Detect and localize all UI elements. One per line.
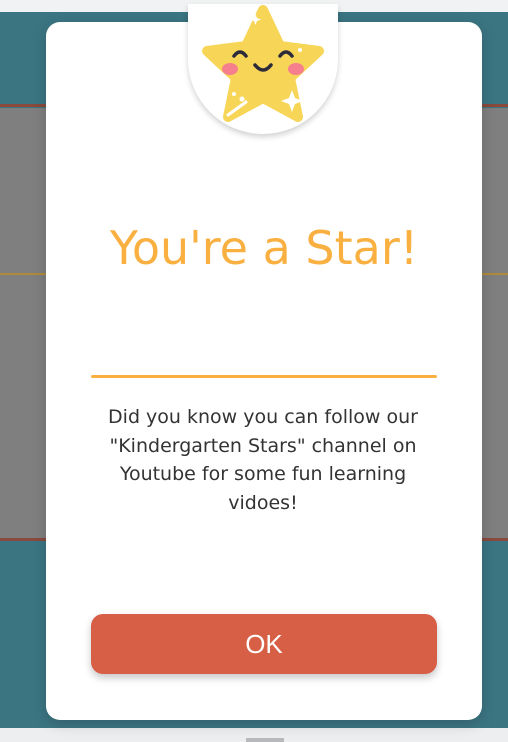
ok-button[interactable]: OK <box>91 614 437 674</box>
scroll-handle[interactable] <box>246 738 284 742</box>
title-divider <box>91 375 437 378</box>
modal-message: Did you know you can follow our "Kinderg… <box>108 406 418 514</box>
modal-title: You're a Star! <box>109 221 419 275</box>
star-badge <box>188 4 338 134</box>
smiling-star-icon <box>202 5 324 122</box>
